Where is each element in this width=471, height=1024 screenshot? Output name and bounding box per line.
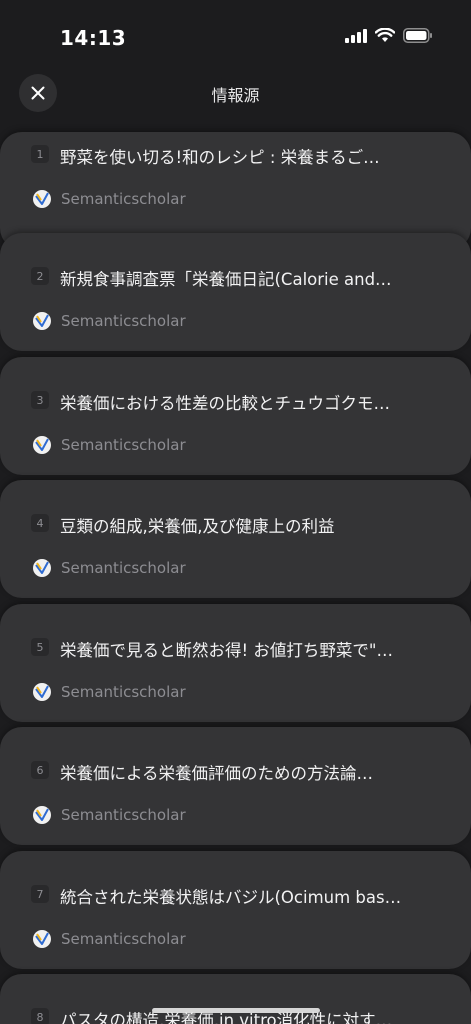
source-number: 5 — [31, 638, 49, 656]
home-indicator — [152, 1008, 320, 1013]
source-number: 4 — [31, 514, 49, 532]
source-card[interactable]: 8 パスタの構造,栄養価,in vitro消化性に対す… — [0, 974, 471, 1024]
status-icons — [345, 28, 433, 43]
sources-screen: 14:13 情報源 1 野菜を使い切る!和のレシピ: 栄養まるご… Seman… — [0, 0, 471, 1024]
source-card[interactable]: 5 栄養価で見ると断然お得! お値打ち野菜で"… Semanticscholar — [0, 604, 471, 722]
source-number: 8 — [31, 1008, 49, 1024]
source-card[interactable]: 7 統合された栄養状態はバジル(Ocimum bas… Semanticscho… — [0, 851, 471, 969]
source-card[interactable]: 2 新規食事調査票「栄養価日記(Calorie and… Semanticsch… — [0, 233, 471, 351]
source-number: 3 — [31, 391, 49, 409]
page-title: 情報源 — [211, 86, 260, 105]
source-title: 野菜を使い切る!和のレシピ : 栄養まるご… — [60, 148, 380, 167]
source-row: Semanticscholar — [33, 683, 186, 701]
header: 情報源 — [0, 70, 471, 118]
source-title: 統合された栄養状態はバジル(Ocimum bas… — [60, 888, 402, 907]
source-card[interactable]: 4 豆類の組成,栄養価,及び健康上の利益 Semanticscholar — [0, 480, 471, 598]
battery-icon — [403, 28, 432, 43]
source-name: Semanticscholar — [61, 683, 186, 701]
semanticscholar-icon — [33, 930, 51, 948]
source-number: 2 — [31, 267, 49, 285]
semanticscholar-icon — [33, 806, 51, 824]
semanticscholar-icon — [33, 683, 51, 701]
source-row: Semanticscholar — [33, 312, 186, 330]
semanticscholar-icon — [33, 190, 51, 208]
source-row: Semanticscholar — [33, 930, 186, 948]
wifi-icon — [375, 28, 395, 42]
source-title: 新規食事調査票「栄養価日記(Calorie and… — [60, 270, 392, 289]
source-name: Semanticscholar — [61, 930, 186, 948]
semanticscholar-icon — [33, 312, 51, 330]
source-title: 栄養価による栄養価評価のための方法論… — [60, 764, 374, 783]
source-row: Semanticscholar — [33, 806, 186, 824]
source-name: Semanticscholar — [61, 806, 186, 824]
source-card[interactable]: 6 栄養価による栄養価評価のための方法論… Semanticscholar — [0, 727, 471, 845]
source-title: 豆類の組成,栄養価,及び健康上の利益 — [60, 517, 335, 536]
source-card[interactable]: 3 栄養価における性差の比較とチュウゴクモ… Semanticscholar — [0, 357, 471, 475]
source-row: Semanticscholar — [33, 190, 186, 208]
source-name: Semanticscholar — [61, 559, 186, 577]
source-name: Semanticscholar — [61, 190, 186, 208]
status-bar: 14:13 — [0, 0, 471, 70]
cellular-signal-icon — [345, 28, 367, 43]
semanticscholar-icon — [33, 436, 51, 454]
source-title: 栄養価で見ると断然お得! お値打ち野菜で"… — [60, 641, 393, 660]
semanticscholar-icon — [33, 559, 51, 577]
source-name: Semanticscholar — [61, 436, 186, 454]
source-row: Semanticscholar — [33, 436, 186, 454]
source-number: 6 — [31, 761, 49, 779]
source-row: Semanticscholar — [33, 559, 186, 577]
source-number: 1 — [31, 145, 49, 163]
status-time: 14:13 — [60, 26, 127, 50]
source-name: Semanticscholar — [61, 312, 186, 330]
source-number: 7 — [31, 885, 49, 903]
source-title: 栄養価における性差の比較とチュウゴクモ… — [60, 394, 390, 413]
